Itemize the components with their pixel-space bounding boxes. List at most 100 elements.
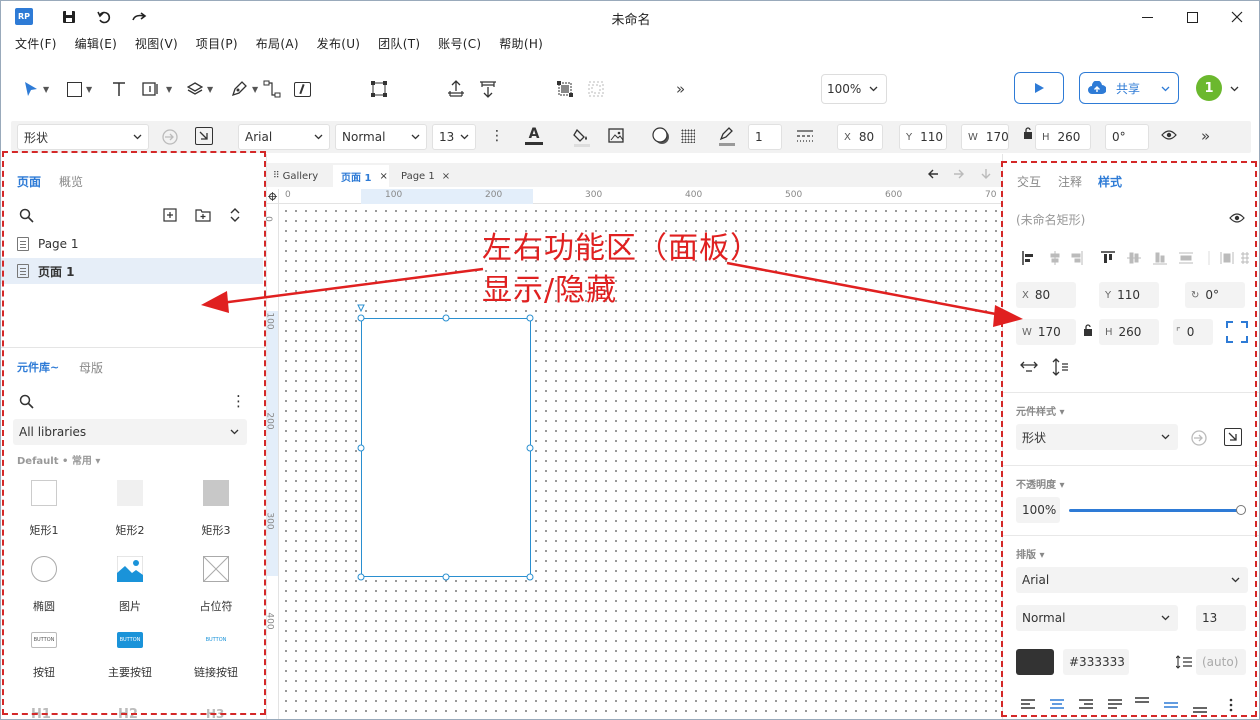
tab-label: 页面 1 xyxy=(341,172,372,184)
group-icon xyxy=(557,81,573,97)
more-style-button[interactable]: » xyxy=(1201,127,1210,145)
zoom-value: 100% xyxy=(827,82,862,96)
menu-view[interactable]: 视图(V) xyxy=(135,33,178,55)
lock-icon[interactable] xyxy=(1023,127,1033,142)
shape-type-select[interactable]: 形状 xyxy=(17,124,149,150)
menu-edit[interactable]: 编辑(E) xyxy=(75,33,117,55)
ungroup-icon xyxy=(588,81,604,97)
rectangle-tool[interactable]: ▼ xyxy=(67,77,92,101)
ruler-label: 70 xyxy=(985,190,997,200)
close-icon[interactable] xyxy=(1222,5,1252,29)
y-label: Y xyxy=(906,131,913,143)
bring-front-icon xyxy=(448,80,464,97)
bring-front-tool[interactable] xyxy=(447,77,465,101)
annotation-line2: 显示/隐藏 xyxy=(482,273,618,308)
design-canvas[interactable] xyxy=(279,204,1001,720)
chevron-down-icon xyxy=(133,134,142,140)
visibility-eye-icon[interactable] xyxy=(1161,129,1177,144)
rotation-field[interactable]: 0° xyxy=(1105,124,1149,150)
w-field[interactable]: W 170 xyxy=(961,124,1009,150)
font-weight-value: Normal xyxy=(342,130,386,144)
selection-handles[interactable] xyxy=(279,204,1001,720)
ungroup-tool[interactable] xyxy=(587,77,605,101)
x-field[interactable]: X 80 xyxy=(837,124,883,150)
tab-page1[interactable]: Page 1 × xyxy=(401,167,450,185)
title-bar: RP 未命名 xyxy=(1,1,1259,33)
h-field[interactable]: H 260 xyxy=(1035,124,1091,150)
preview-button[interactable] xyxy=(1014,72,1064,104)
link-icon[interactable] xyxy=(195,127,213,145)
text-tool[interactable] xyxy=(111,77,127,101)
chevron-down-icon xyxy=(411,134,420,140)
ruler-label: 200 xyxy=(485,190,503,200)
font-color-icon[interactable]: A xyxy=(525,127,543,147)
ruler-label: 300 xyxy=(585,190,603,200)
menu-help[interactable]: 帮助(H) xyxy=(499,33,543,55)
pattern-icon[interactable] xyxy=(681,129,695,143)
share-button[interactable]: 共享 xyxy=(1079,72,1179,104)
tab-label: Gallery xyxy=(282,170,319,182)
text-icon xyxy=(113,82,125,96)
font-family-select[interactable]: Arial xyxy=(238,124,330,150)
ruler-label: 0 xyxy=(285,190,291,200)
zoom-select[interactable]: 100% xyxy=(821,74,887,104)
connector-tool[interactable] xyxy=(263,77,281,101)
points-tool[interactable] xyxy=(370,77,388,101)
x-label: X xyxy=(844,131,851,143)
more-tools-button[interactable]: » xyxy=(676,77,685,101)
tab-page-cn[interactable]: 页面 1 × xyxy=(333,165,389,187)
font-size-select[interactable]: 13 xyxy=(432,124,476,150)
ruler-label: 500 xyxy=(785,190,803,200)
more-options-icon[interactable]: ⋮ xyxy=(490,128,504,144)
arrow-left-icon[interactable] xyxy=(927,168,939,183)
fill-color-icon[interactable] xyxy=(573,127,591,150)
pointer-icon xyxy=(25,82,37,96)
font-weight-select[interactable]: Normal xyxy=(335,124,427,150)
border-width-field[interactable]: 1 xyxy=(748,124,782,150)
close-tab-icon[interactable]: × xyxy=(379,171,387,182)
chevron-down-icon[interactable] xyxy=(1230,86,1239,92)
x-value: 80 xyxy=(858,130,875,144)
chevron-down-icon xyxy=(1161,86,1170,92)
snippet-tool[interactable] xyxy=(294,77,311,101)
font-family-value: Arial xyxy=(245,130,273,144)
select-tool[interactable]: ▼ xyxy=(23,77,49,101)
menu-team[interactable]: 团队(T) xyxy=(378,33,420,55)
tab-label: Page 1 xyxy=(401,170,435,182)
menu-project[interactable]: 项目(P) xyxy=(196,33,238,55)
menu-account[interactable]: 账号(C) xyxy=(438,33,481,55)
menu-arrange[interactable]: 布局(A) xyxy=(256,33,299,55)
ruler-label: 100 xyxy=(264,312,275,330)
minimize-icon[interactable] xyxy=(1132,5,1162,29)
avatar[interactable]: 1 xyxy=(1196,75,1222,101)
ruler-top: 0 100 200 300 400 500 600 70 xyxy=(279,189,1001,204)
interaction-icon[interactable] xyxy=(161,128,179,149)
group-tool[interactable] xyxy=(556,77,574,101)
send-back-tool[interactable] xyxy=(479,77,497,101)
shadow-icon[interactable] xyxy=(652,127,670,148)
app-window: RP 未命名 文件(F) 编辑(E) 视图(V) 项目(P) 布局(A) 发布(… xyxy=(0,0,1260,720)
arrow-right-icon[interactable] xyxy=(953,168,965,183)
hotspot-icon xyxy=(142,82,158,96)
hotspot-tool[interactable]: ▼ xyxy=(142,77,172,101)
play-icon xyxy=(1035,83,1044,93)
line-box-icon xyxy=(294,81,311,97)
menu-publish[interactable]: 发布(U) xyxy=(317,33,361,55)
border-style-icon[interactable] xyxy=(796,129,814,146)
y-field[interactable]: Y 110 xyxy=(899,124,947,150)
y-value: 110 xyxy=(920,130,944,144)
menu-file[interactable]: 文件(F) xyxy=(15,33,57,55)
border-color-icon[interactable] xyxy=(718,126,736,149)
ruler-origin[interactable] xyxy=(267,189,279,204)
tab-gallery[interactable]: ⠿ Gallery xyxy=(273,167,318,185)
rotation-value: 0° xyxy=(1112,130,1126,144)
close-tab-icon[interactable]: × xyxy=(442,171,450,182)
menu-bar: 文件(F) 编辑(E) 视图(V) 项目(P) 布局(A) 发布(U) 团队(T… xyxy=(1,33,1259,55)
window-title: 未命名 xyxy=(611,13,651,28)
pen-tool[interactable]: ▼ xyxy=(230,77,258,101)
arrow-down-icon[interactable] xyxy=(981,168,991,183)
style-toolbar: 形状 Arial Normal 13 ⋮ A 1 X 80 Y 110 W 17… xyxy=(11,121,1251,153)
maximize-icon[interactable] xyxy=(1177,5,1207,29)
image-fill-icon[interactable] xyxy=(608,127,626,148)
layers-tool[interactable]: ▼ xyxy=(187,77,213,101)
